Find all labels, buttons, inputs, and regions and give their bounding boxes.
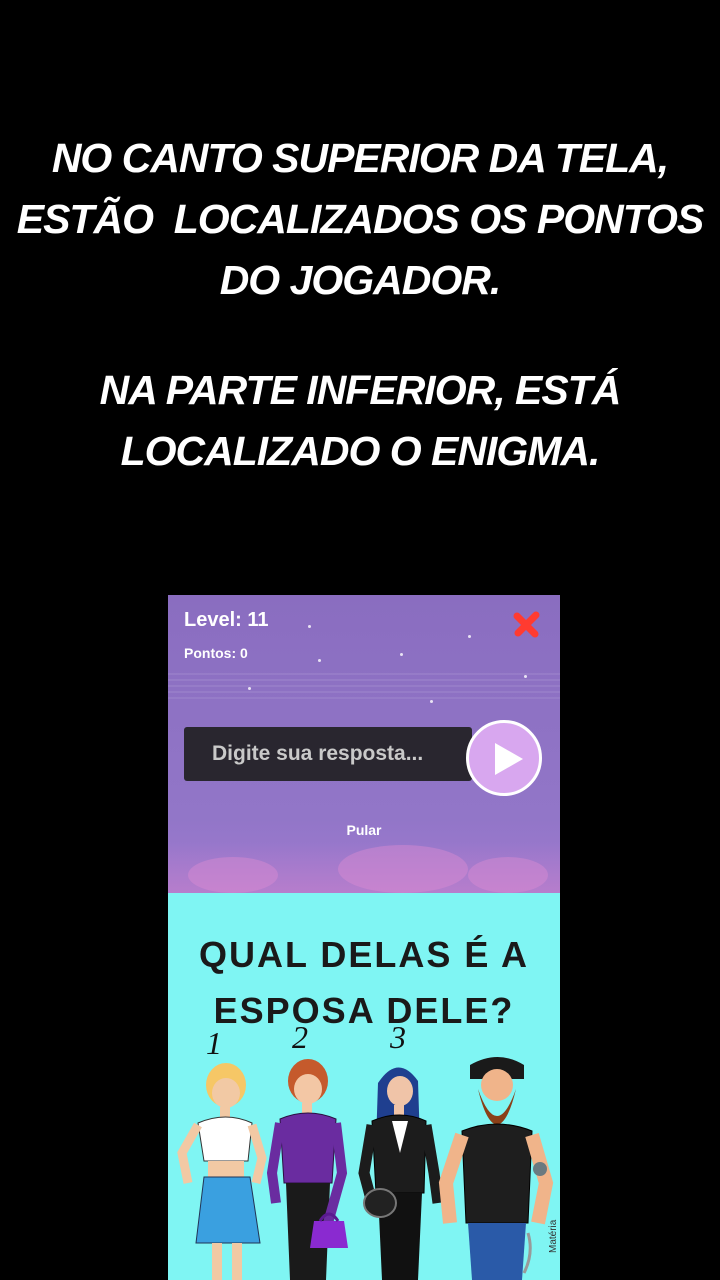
answer-input[interactable]: Digite sua resposta... bbox=[184, 727, 472, 781]
cloud bbox=[188, 857, 278, 893]
woman-1-figure bbox=[177, 1063, 267, 1280]
level-indicator: Level: 11 bbox=[184, 609, 269, 631]
credit-watermark: Matéria bbox=[548, 1219, 559, 1253]
star bbox=[524, 675, 527, 678]
puzzle-question: QUAL DELAS É A ESPOSA DELE? bbox=[168, 927, 560, 1039]
game-header: Level: 11 Pontos: 0 Digite sua resposta.… bbox=[168, 595, 560, 893]
star bbox=[318, 659, 321, 662]
close-icon[interactable] bbox=[512, 609, 542, 639]
puzzle-panel: QUAL DELAS É A ESPOSA DELE? 1 2 3 Matéri… bbox=[168, 893, 560, 1280]
man-biker-figure bbox=[438, 1057, 554, 1280]
star bbox=[430, 700, 433, 703]
star bbox=[308, 625, 311, 628]
star bbox=[248, 687, 251, 690]
characters-illustration bbox=[177, 1057, 554, 1280]
question-line: QUAL DELAS É A bbox=[198, 934, 530, 975]
question-line: ESPOSA DELE? bbox=[213, 990, 515, 1031]
cloud bbox=[468, 857, 548, 893]
caption-line: ESTÃO LOCALIZADOS OS PONTOS bbox=[16, 196, 705, 242]
play-icon bbox=[495, 743, 523, 775]
caption-bottom: NA PARTE INFERIOR, ESTÁ LOCALIZADO O ENI… bbox=[0, 360, 720, 482]
caption-top: NO CANTO SUPERIOR DA TELA, ESTÃO LOCALIZ… bbox=[0, 128, 720, 311]
star bbox=[468, 635, 471, 638]
caption-line: DO JOGADOR. bbox=[219, 257, 502, 303]
star bbox=[400, 653, 403, 656]
skip-button[interactable]: Pular bbox=[168, 822, 560, 838]
caption-line: LOCALIZADO O ENIGMA. bbox=[120, 428, 601, 474]
cloud bbox=[338, 845, 468, 893]
submit-button[interactable] bbox=[466, 720, 542, 796]
caption-line: NO CANTO SUPERIOR DA TELA, bbox=[51, 135, 669, 181]
answer-placeholder: Digite sua resposta... bbox=[212, 742, 424, 765]
woman-3-figure bbox=[358, 1067, 444, 1280]
woman-2-figure bbox=[266, 1059, 348, 1280]
game-screenshot: Level: 11 Pontos: 0 Digite sua resposta.… bbox=[168, 595, 560, 1280]
points-counter: Pontos: 0 bbox=[184, 645, 248, 661]
scanline-band bbox=[168, 673, 560, 703]
caption-line: NA PARTE INFERIOR, ESTÁ bbox=[99, 367, 622, 413]
